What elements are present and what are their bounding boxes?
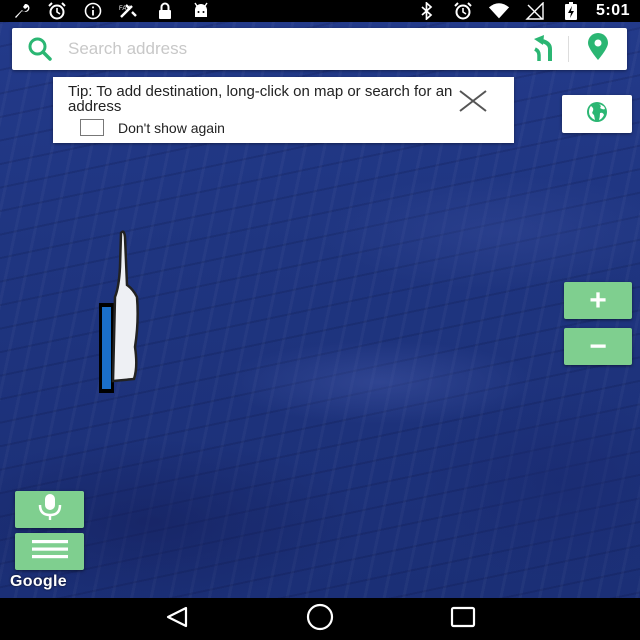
navigation-bar: [0, 598, 640, 640]
wrench-icon: [10, 2, 32, 20]
location-pin-icon: [586, 32, 610, 66]
signal-icon: [524, 2, 546, 20]
svg-text:FAX: FAX: [119, 6, 130, 12]
status-bar: FAX 5:01: [0, 0, 640, 22]
search-address-input[interactable]: [68, 39, 518, 59]
back-icon: [164, 606, 190, 633]
route-button[interactable]: [518, 28, 568, 70]
recents-icon: [449, 605, 477, 634]
zoom-in-button[interactable]: +: [564, 282, 632, 319]
tip-text: Tip: To add destination, long-click on m…: [68, 83, 453, 115]
tip-popup: Tip: To add destination, long-click on m…: [53, 77, 514, 143]
close-tip-button[interactable]: [455, 85, 491, 121]
alarm-icon: [452, 2, 474, 20]
home-icon: [304, 601, 336, 638]
globe-icon: [585, 100, 609, 129]
route-icon: [530, 33, 556, 66]
home-button[interactable]: [290, 598, 350, 640]
status-left-icons: FAX: [10, 2, 212, 20]
voice-search-button[interactable]: [15, 491, 84, 528]
close-icon: [458, 89, 488, 117]
recents-button[interactable]: [433, 598, 493, 640]
dont-show-again-checkbox[interactable]: [80, 119, 104, 136]
globe-button[interactable]: [562, 95, 632, 133]
info-icon: [82, 2, 104, 20]
android-icon: [190, 2, 212, 20]
battery-icon: [560, 2, 582, 20]
google-attribution: Google: [10, 573, 67, 590]
map-marker[interactable]: [97, 227, 147, 397]
clock: 5:01: [595, 2, 630, 19]
hamburger-menu-icon: [31, 538, 69, 565]
microphone-icon: [35, 492, 65, 527]
search-bar: [12, 28, 627, 70]
wifi-icon: [488, 2, 510, 20]
bluetooth-icon: [416, 2, 438, 20]
menu-button[interactable]: [15, 533, 84, 570]
back-button[interactable]: [147, 598, 207, 640]
zoom-out-button[interactable]: −: [564, 328, 632, 365]
fax-icon: FAX: [118, 2, 140, 20]
alarm-icon: [46, 2, 68, 20]
location-pin-button[interactable]: [569, 28, 627, 70]
dont-show-again-label: Don't show again: [118, 120, 225, 136]
lock-icon: [154, 2, 176, 20]
status-right-icons: 5:01: [416, 2, 630, 20]
search-icon[interactable]: [12, 28, 68, 70]
